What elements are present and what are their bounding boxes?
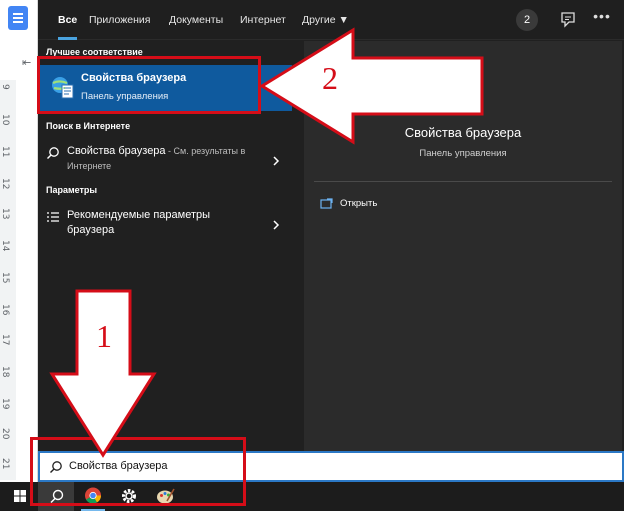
annotation-label-1: 1 bbox=[96, 318, 112, 354]
annotation-label-2: 2 bbox=[322, 60, 338, 96]
annotation-arrow-1 bbox=[49, 289, 157, 458]
annotation-arrow-2 bbox=[259, 27, 484, 145]
annotation-arrows bbox=[49, 27, 484, 458]
